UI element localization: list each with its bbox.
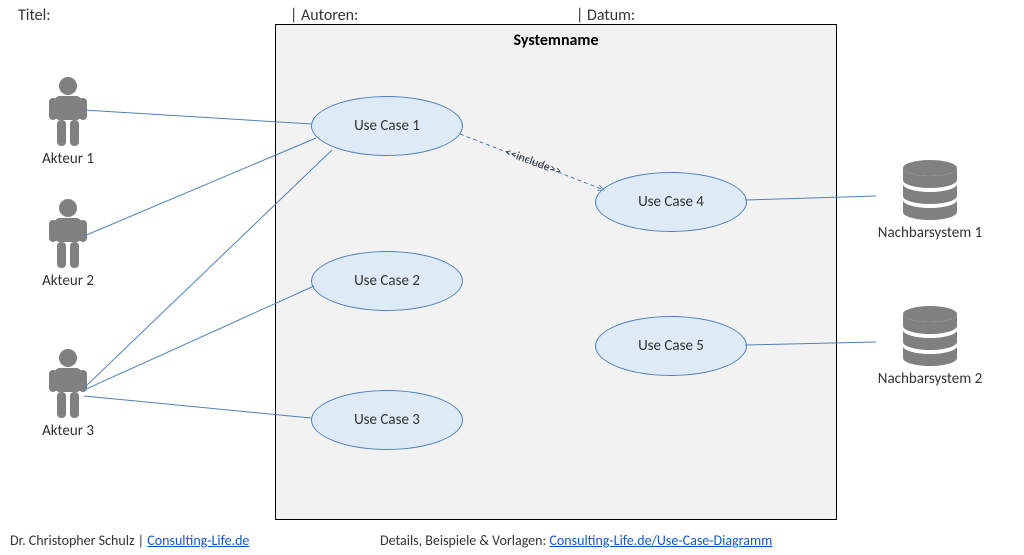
header-date-label: | Datum: — [576, 6, 635, 25]
actor-2: Akteur 2 — [38, 198, 98, 290]
footer-details-prefix: Details, Beispiele & Vorlagen: — [380, 532, 549, 549]
neighbor-1-label: Nachbarsystem 1 — [870, 224, 990, 242]
actor-1: Akteur 1 — [38, 76, 98, 168]
actor-2-label: Akteur 2 — [38, 272, 98, 290]
person-icon — [38, 76, 98, 148]
usecase-3: Use Case 3 — [311, 390, 463, 450]
neighbor-system-1: Nachbarsystem 1 — [870, 160, 990, 242]
diagram-stage: Titel: | Autoren: | Datum: Systemname Us… — [0, 0, 1024, 555]
footer-link-2[interactable]: Consulting-Life.de/Use-Case-Diagramm — [549, 532, 772, 549]
footer-author-prefix: Dr. Christopher Schulz | — [10, 532, 147, 549]
person-icon — [38, 198, 98, 270]
header-authors-label: | Autoren: — [290, 6, 358, 25]
footer-link-1[interactable]: Consulting-Life.de — [147, 532, 249, 549]
footer-author: Dr. Christopher Schulz | Consulting-Life… — [10, 532, 249, 549]
usecase-1: Use Case 1 — [311, 96, 463, 156]
actor-1-label: Akteur 1 — [38, 150, 98, 168]
person-icon — [38, 348, 98, 420]
database-icon — [870, 160, 990, 220]
usecase-4: Use Case 4 — [595, 172, 747, 232]
usecase-2: Use Case 2 — [311, 251, 463, 311]
system-name-label: Systemname — [276, 31, 836, 50]
header-title-label: Titel: — [18, 6, 51, 25]
actor-3: Akteur 3 — [38, 348, 98, 440]
database-icon — [870, 306, 990, 366]
neighbor-system-2: Nachbarsystem 2 — [870, 306, 990, 388]
neighbor-2-label: Nachbarsystem 2 — [870, 370, 990, 388]
footer-details: Details, Beispiele & Vorlagen: Consultin… — [380, 532, 772, 549]
usecase-5: Use Case 5 — [595, 316, 747, 376]
actor-3-label: Akteur 3 — [38, 422, 98, 440]
